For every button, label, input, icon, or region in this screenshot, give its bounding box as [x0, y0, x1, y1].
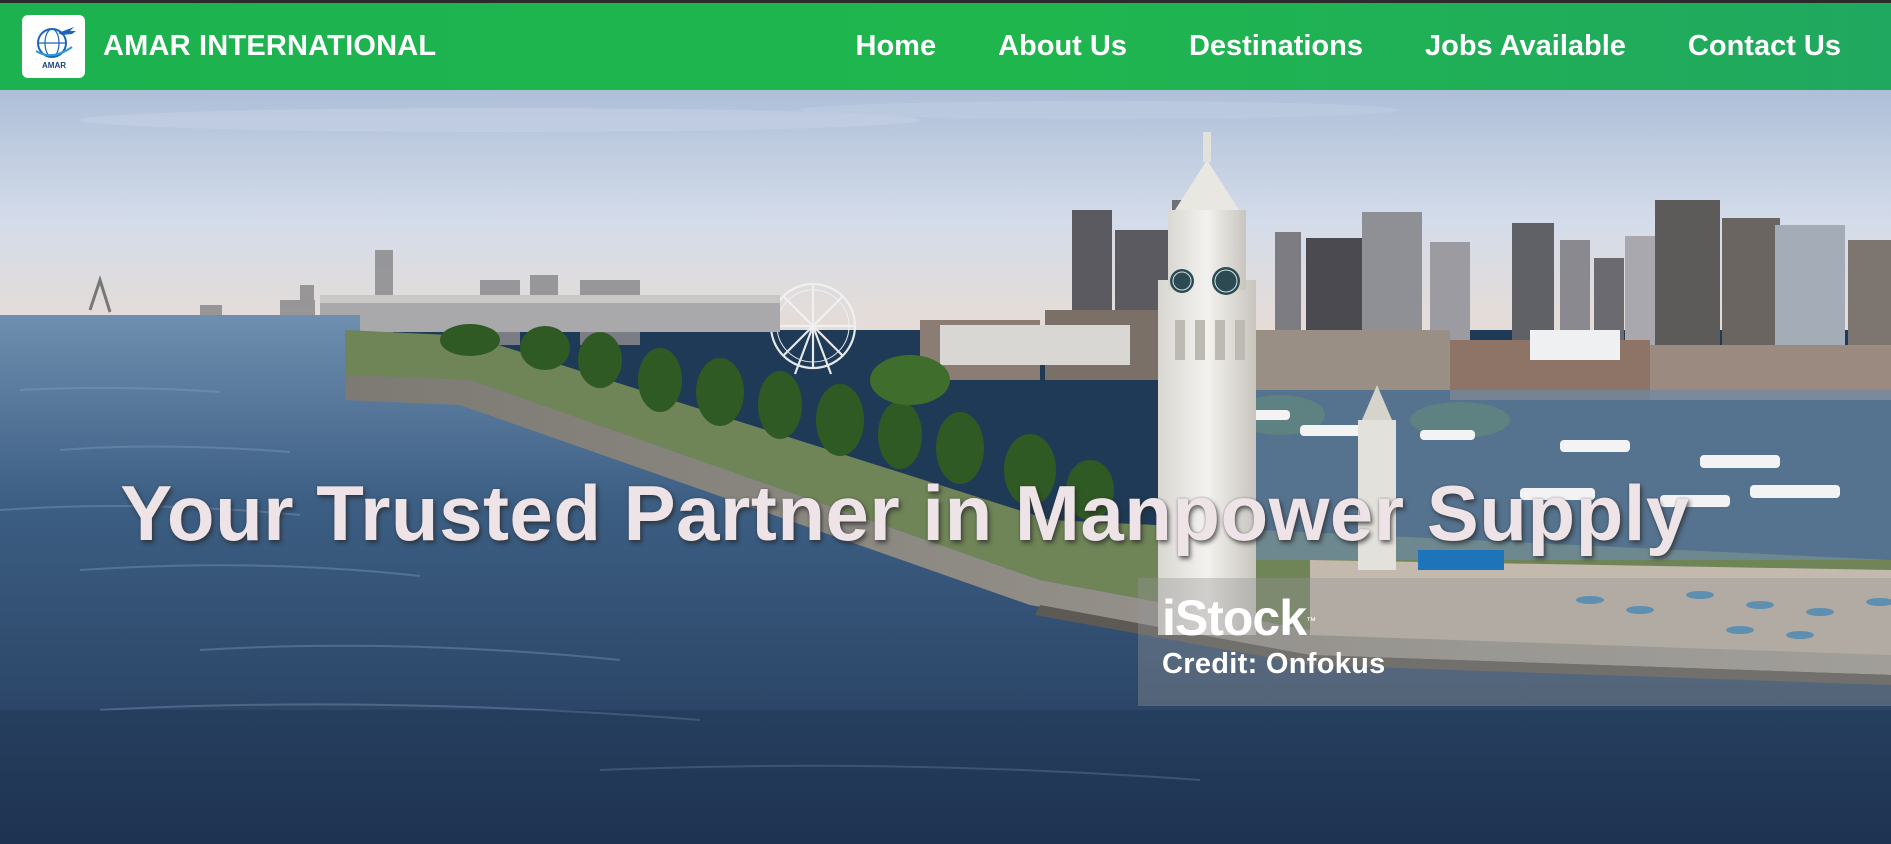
nav-home-link[interactable]: Home	[825, 30, 968, 63]
nav-jobs-available-link[interactable]: Jobs Available	[1394, 30, 1657, 63]
nav-contact-us-link[interactable]: Contact Us	[1657, 30, 1891, 63]
top-navbar: AMAR AMAR INTERNATIONAL Home About Us De…	[0, 0, 1891, 90]
city-waterfront-background-image	[0, 90, 1891, 844]
nav-about-us-link[interactable]: About Us	[967, 30, 1158, 63]
stock-photo-watermark: iStock™ Credit: Onfokus	[1138, 578, 1891, 706]
istock-logo-text: iStock	[1162, 590, 1307, 646]
globe-airplane-logo-icon: AMAR	[34, 26, 76, 70]
brand-name[interactable]: AMAR INTERNATIONAL	[103, 30, 436, 63]
brand[interactable]: AMAR AMAR INTERNATIONAL	[22, 15, 436, 78]
hero-headline: Your Trusted Partner in Manpower Supply	[120, 469, 1690, 557]
istock-logo: iStock™	[1162, 592, 1887, 644]
brand-logo[interactable]: AMAR	[22, 15, 85, 78]
logo-text: AMAR	[42, 61, 66, 70]
hero-banner: Your Trusted Partner in Manpower Supply …	[0, 90, 1891, 844]
main-nav: Home About Us Destinations Jobs Availabl…	[825, 3, 1891, 90]
photo-credit: Credit: Onfokus	[1162, 648, 1386, 680]
nav-destinations-link[interactable]: Destinations	[1158, 30, 1394, 63]
trademark-symbol: ™	[1306, 616, 1316, 627]
